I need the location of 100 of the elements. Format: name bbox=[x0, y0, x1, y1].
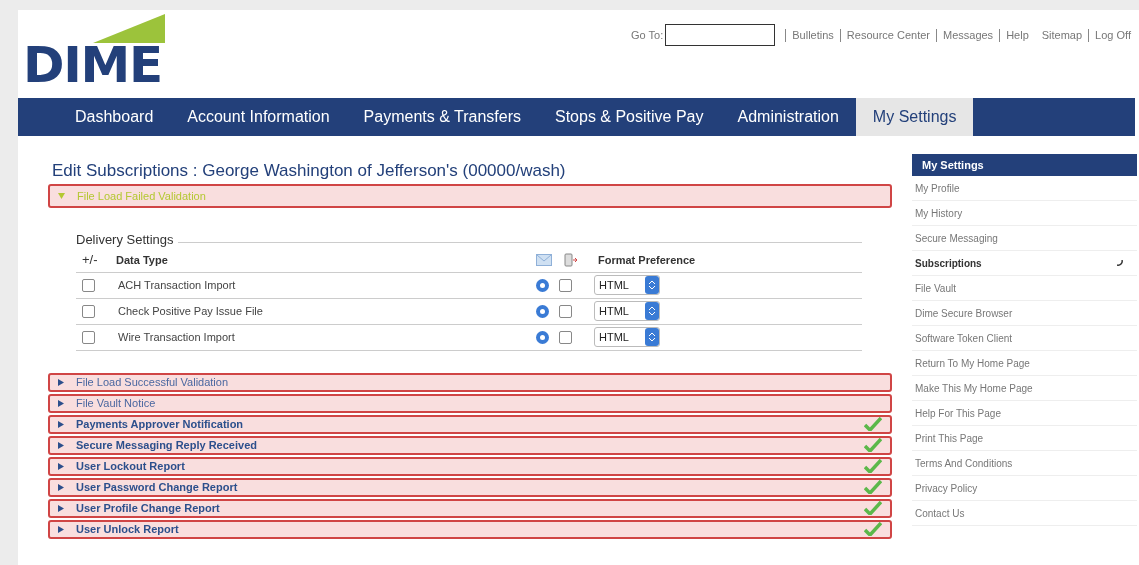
collapsed-triangle-icon bbox=[58, 462, 64, 470]
expanded-triangle-icon bbox=[58, 193, 65, 199]
section-title: File Load Successful Validation bbox=[76, 374, 229, 390]
checkmark-icon bbox=[864, 501, 882, 515]
checkmark-icon bbox=[864, 417, 882, 431]
section-title: Payments Approver Notification bbox=[76, 416, 244, 432]
nav-tab[interactable]: Administration bbox=[720, 98, 856, 136]
nav-tab[interactable]: Dashboard bbox=[58, 98, 171, 136]
section-header[interactable]: User Lockout Report bbox=[48, 456, 892, 476]
format-value: HTML bbox=[598, 277, 630, 293]
logo[interactable]: DIME bbox=[23, 43, 168, 87]
section-header[interactable]: Secure Messaging Reply Received bbox=[48, 435, 892, 455]
logo-wedge-icon bbox=[93, 14, 165, 43]
sidebar-item[interactable]: Terms And Conditions bbox=[912, 451, 1137, 476]
goto-field[interactable] bbox=[665, 24, 776, 46]
sidebar-item-label: Print This Page bbox=[915, 431, 984, 446]
section-title: Secure Messaging Reply Received bbox=[76, 437, 257, 453]
section-header[interactable]: Payments Approver Notification bbox=[48, 414, 892, 434]
format-select[interactable]: HTML bbox=[594, 275, 660, 295]
sidebar-item[interactable]: File Vault bbox=[912, 276, 1137, 301]
collapsed-triangle-icon bbox=[58, 525, 64, 533]
sidebar-item-label: Dime Secure Browser bbox=[915, 306, 1013, 321]
page-title: Edit Subscriptions : George Washington of Jefferson's (00000/wash) bbox=[51, 160, 567, 182]
section-title: User Lockout Report bbox=[76, 458, 185, 474]
nav-tab[interactable]: Account Information bbox=[170, 98, 347, 136]
section-header[interactable]: User Unlock Report bbox=[48, 519, 892, 539]
section-title: File Vault Notice bbox=[76, 395, 156, 411]
sidebar-item-label: Subscriptions bbox=[915, 256, 982, 271]
sidebar-item-label: Make This My Home Page bbox=[915, 381, 1033, 396]
header-link[interactable]: Log Off bbox=[1088, 28, 1131, 42]
row-checkbox[interactable] bbox=[82, 278, 95, 292]
mobile-checkbox[interactable] bbox=[559, 278, 572, 292]
checkmark-icon bbox=[864, 480, 882, 494]
section-title: User Password Change Report bbox=[76, 479, 238, 495]
checkmark-icon bbox=[864, 438, 882, 452]
nav-tab[interactable]: Payments & Transfers bbox=[346, 98, 538, 136]
collapsed-triangle-icon bbox=[58, 399, 64, 407]
select-arrows-icon bbox=[645, 328, 659, 346]
sidebar-item-label: Privacy Policy bbox=[915, 481, 978, 496]
section-title: File Load Failed Validation bbox=[77, 188, 206, 204]
sidebar-item-label: File Vault bbox=[915, 281, 956, 296]
goto-label: Go To: bbox=[631, 27, 664, 43]
collapsed-triangle-icon bbox=[58, 378, 64, 386]
section-title: User Profile Change Report bbox=[76, 500, 220, 516]
section-header[interactable]: User Password Change Report bbox=[48, 477, 892, 497]
mobile-checkbox[interactable] bbox=[559, 304, 572, 318]
data-type-label: Check Positive Pay Issue File bbox=[118, 303, 264, 319]
sidebar-item[interactable]: Dime Secure Browser bbox=[912, 301, 1137, 326]
sidebar-item-label: Contact Us bbox=[915, 506, 965, 521]
collapsed-triangle-icon bbox=[58, 420, 64, 428]
email-radio[interactable] bbox=[536, 304, 549, 318]
row-checkbox[interactable] bbox=[82, 304, 95, 318]
sidebar-item-label: Software Token Client bbox=[915, 331, 1013, 346]
collapsed-triangle-icon bbox=[58, 504, 64, 512]
header-link[interactable]: Bulletins bbox=[785, 28, 834, 42]
sidebar-item[interactable]: Make This My Home Page bbox=[912, 376, 1137, 401]
sidebar-title: My Settings bbox=[912, 154, 1137, 176]
header-link[interactable]: Resource Center bbox=[839, 28, 930, 42]
sidebar-item-label: Secure Messaging bbox=[915, 231, 998, 246]
sidebar-item-label: My Profile bbox=[915, 181, 960, 196]
sidebar-item[interactable]: Software Token Client bbox=[912, 326, 1137, 351]
email-radio[interactable] bbox=[536, 278, 549, 292]
sidebar-item[interactable]: Print This Page bbox=[912, 426, 1137, 451]
email-radio[interactable] bbox=[536, 330, 549, 344]
data-type-label: Wire Transaction Import bbox=[118, 329, 236, 345]
select-arrows-icon bbox=[645, 276, 659, 294]
section-header[interactable]: File Vault Notice bbox=[48, 393, 892, 413]
sidebar-item[interactable]: Contact Us bbox=[912, 501, 1137, 526]
sidebar-item[interactable]: My History bbox=[912, 201, 1137, 226]
sidebar-item-label: My History bbox=[915, 206, 963, 221]
column-header: Format Preference bbox=[598, 252, 696, 268]
spinner-icon bbox=[1117, 260, 1123, 266]
nav-tab[interactable]: My Settings bbox=[855, 98, 974, 136]
section-header[interactable]: User Profile Change Report bbox=[48, 498, 892, 518]
row-checkbox[interactable] bbox=[82, 330, 95, 344]
select-arrows-icon bbox=[645, 302, 659, 320]
header-link[interactable]: Help bbox=[999, 28, 1029, 42]
section-header[interactable]: File Load Successful Validation bbox=[48, 372, 892, 392]
mobile-phone-icon bbox=[564, 253, 578, 267]
format-select[interactable]: HTML bbox=[594, 301, 660, 321]
sidebar-item[interactable]: Help For This Page bbox=[912, 401, 1137, 426]
column-header: +/- bbox=[81, 251, 99, 270]
header-link[interactable]: Sitemap bbox=[1034, 28, 1083, 42]
sidebar-item[interactable]: Subscriptions bbox=[912, 251, 1137, 276]
sidebar-item[interactable]: Privacy Policy bbox=[912, 476, 1137, 501]
nav-tab[interactable]: Stops & Positive Pay bbox=[537, 98, 721, 136]
format-select[interactable]: HTML bbox=[594, 327, 660, 347]
sidebar-item[interactable]: Return To My Home Page bbox=[912, 351, 1137, 376]
sidebar-item[interactable]: Secure Messaging bbox=[912, 226, 1137, 251]
header-link[interactable]: Messages bbox=[936, 28, 994, 42]
sidebar-item[interactable]: My Profile bbox=[912, 176, 1137, 201]
checkmark-icon bbox=[864, 522, 882, 536]
data-type-label: ACH Transaction Import bbox=[118, 277, 237, 293]
format-value: HTML bbox=[598, 329, 630, 345]
section-title: User Unlock Report bbox=[76, 521, 179, 537]
column-header: Data Type bbox=[116, 252, 169, 268]
mobile-checkbox[interactable] bbox=[559, 330, 572, 344]
checkmark-icon bbox=[864, 459, 882, 473]
sidebar-item-label: Help For This Page bbox=[915, 406, 1001, 421]
format-value: HTML bbox=[598, 303, 630, 319]
